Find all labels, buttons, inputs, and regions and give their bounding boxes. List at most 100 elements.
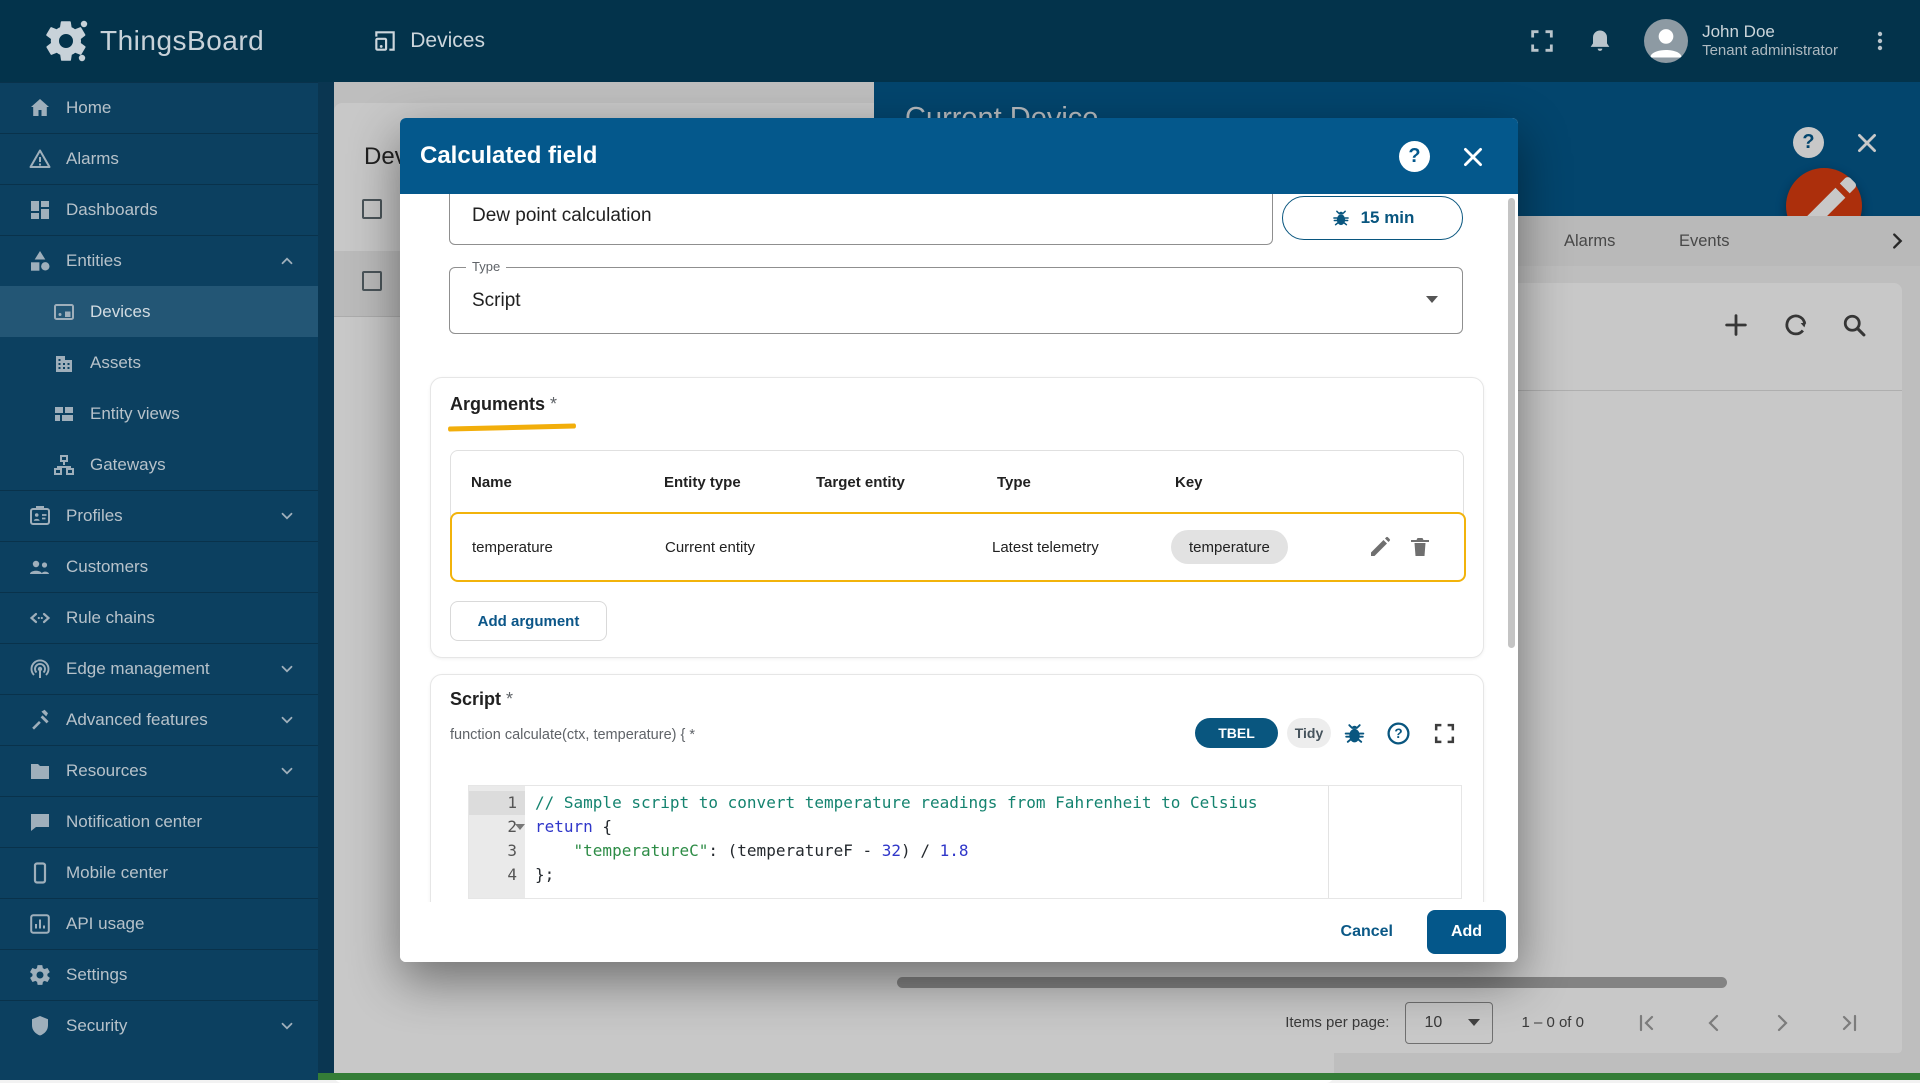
code-line: return { xyxy=(535,815,612,839)
sidebar-item-label: Gateways xyxy=(90,455,166,475)
sidebar-item-label: API usage xyxy=(66,914,144,934)
arguments-heading-underline xyxy=(448,423,576,431)
code-fold-icon[interactable] xyxy=(515,824,525,830)
sidebar-item-label: Devices xyxy=(90,302,150,322)
argument-name: temperature xyxy=(472,514,553,580)
advanced-icon xyxy=(28,708,52,732)
sidebar-item-entity-views[interactable]: Entity views xyxy=(0,388,318,439)
user-menu[interactable]: John Doe Tenant administrator xyxy=(1644,19,1838,63)
sidebar-item-entities[interactable]: Entities xyxy=(0,235,318,286)
debug-mode-button[interactable]: 15 min xyxy=(1282,196,1463,240)
tbel-toggle[interactable]: TBEL xyxy=(1195,718,1278,748)
argument-type: Latest telemetry xyxy=(992,514,1099,580)
api-icon xyxy=(28,912,52,936)
type-select-label: Type xyxy=(466,259,506,274)
arguments-section: Arguments * NameEntity typeTarget entity… xyxy=(430,377,1484,658)
type-select[interactable]: Type Script xyxy=(449,267,1463,334)
dialog-close-icon[interactable] xyxy=(1460,144,1486,170)
fullscreen-icon[interactable] xyxy=(1528,27,1556,55)
add-argument-button[interactable]: Add argument xyxy=(450,601,607,641)
sidebar-item-api-usage[interactable]: API usage xyxy=(0,898,318,949)
sidebar-item-label: Home xyxy=(66,98,111,118)
argument-row[interactable]: temperature Current entity Latest teleme… xyxy=(450,512,1466,582)
calculated-field-dialog: Calculated field ? Dew point calculation… xyxy=(400,118,1518,962)
cancel-button[interactable]: Cancel xyxy=(1325,915,1409,949)
sidebar-item-label: Edge management xyxy=(66,659,210,679)
type-select-value: Script xyxy=(472,290,521,312)
script-fullscreen-icon[interactable] xyxy=(1432,721,1457,746)
sidebar-item-label: Profiles xyxy=(66,506,123,526)
sidebar-item-devices[interactable]: Devices xyxy=(0,286,318,337)
sidebar-item-label: Customers xyxy=(66,557,148,577)
editor-print-margin xyxy=(1328,786,1329,898)
sidebar-item-label: Resources xyxy=(66,761,147,781)
script-debug-bug-icon[interactable] xyxy=(1342,721,1367,746)
script-help-icon[interactable]: ? xyxy=(1386,721,1411,746)
name-input-value: Dew point calculation xyxy=(472,205,652,227)
dialog-header: Calculated field ? xyxy=(400,118,1518,194)
sidebar-item-dashboards[interactable]: Dashboards xyxy=(0,184,318,235)
top-app-bar: ThingsBoard Devices John Doe Tenant admi… xyxy=(0,0,1920,82)
kebab-menu-icon[interactable] xyxy=(1868,29,1892,53)
sidebar-item-customers[interactable]: Customers xyxy=(0,541,318,592)
sidebar-item-label: Rule chains xyxy=(66,608,155,628)
sidebar-item-home[interactable]: Home xyxy=(0,82,318,133)
code-line: // Sample script to convert temperature … xyxy=(535,791,1257,815)
line-number: 3 xyxy=(477,839,517,863)
dialog-help-icon[interactable]: ? xyxy=(1399,141,1430,172)
argument-key-chip: temperature xyxy=(1171,530,1288,564)
add-button[interactable]: Add xyxy=(1427,910,1506,954)
script-function-signature: function calculate(ctx, temperature) { * xyxy=(450,727,695,743)
customers-icon xyxy=(28,555,52,579)
brand-text: ThingsBoard xyxy=(100,25,264,57)
sidebar-item-label: Mobile center xyxy=(66,863,168,883)
sidebar-item-assets[interactable]: Assets xyxy=(0,337,318,388)
sidebar-item-resources[interactable]: Resources xyxy=(0,745,318,796)
delete-argument-icon[interactable] xyxy=(1408,535,1432,559)
sidebar-item-notification-center[interactable]: Notification center xyxy=(0,796,318,847)
chevron-up-icon xyxy=(278,252,296,270)
chevron-down-icon xyxy=(278,507,296,525)
sidebar-item-label: Security xyxy=(66,1016,127,1036)
line-number: 2 xyxy=(477,815,517,839)
dashboard-icon xyxy=(28,198,52,222)
edit-argument-icon[interactable] xyxy=(1368,535,1392,559)
entity-views-icon xyxy=(52,402,76,426)
user-role: Tenant administrator xyxy=(1702,42,1838,61)
page-title: Devices xyxy=(410,29,485,53)
edge-icon xyxy=(28,657,52,681)
select-caret-icon xyxy=(1426,296,1438,303)
sidebar-item-edge-management[interactable]: Edge management xyxy=(0,643,318,694)
alarm-icon xyxy=(28,147,52,171)
sidebar-item-gateways[interactable]: Gateways xyxy=(0,439,318,490)
thingsboard-logo[interactable]: ThingsBoard xyxy=(42,17,264,65)
sidebar-item-settings[interactable]: Settings xyxy=(0,949,318,1000)
dialog-scrollbar[interactable] xyxy=(1508,198,1515,648)
assets-icon xyxy=(52,351,76,375)
home-icon xyxy=(28,96,52,120)
code-editor[interactable]: 1234 // Sample script to convert tempera… xyxy=(468,785,1462,899)
sidebar-item-advanced-features[interactable]: Advanced features xyxy=(0,694,318,745)
column-header-key: Key xyxy=(1175,451,1203,513)
sidebar-item-security[interactable]: Security xyxy=(0,1000,318,1051)
column-header-type: Type xyxy=(997,451,1031,513)
tidy-button[interactable]: Tidy xyxy=(1287,718,1331,748)
notifications-bell-icon[interactable] xyxy=(1586,27,1614,55)
script-section: Script * function calculate(ctx, tempera… xyxy=(430,674,1484,902)
devices-header-icon xyxy=(372,28,398,54)
name-input[interactable]: Dew point calculation xyxy=(449,194,1273,245)
chevron-down-icon xyxy=(278,1017,296,1035)
category-icon xyxy=(28,249,52,273)
mobile-icon xyxy=(28,861,52,885)
sidebar-nav: Home AlarmsDashboardsEntities Devices Asset… xyxy=(0,82,318,1080)
avatar xyxy=(1644,19,1688,63)
line-number: 4 xyxy=(477,863,517,887)
sidebar-item-profiles[interactable]: Profiles xyxy=(0,490,318,541)
column-header-name: Name xyxy=(471,451,512,513)
argument-entity-type: Current entity xyxy=(665,514,755,580)
sidebar-item-mobile-center[interactable]: Mobile center xyxy=(0,847,318,898)
sidebar-item-rule-chains[interactable]: Rule chains xyxy=(0,592,318,643)
editor-gutter: 1234 xyxy=(469,786,525,898)
sidebar-item-alarms[interactable]: Alarms xyxy=(0,133,318,184)
code-line: "temperatureC": (temperatureF - 32) / 1.… xyxy=(535,839,968,863)
